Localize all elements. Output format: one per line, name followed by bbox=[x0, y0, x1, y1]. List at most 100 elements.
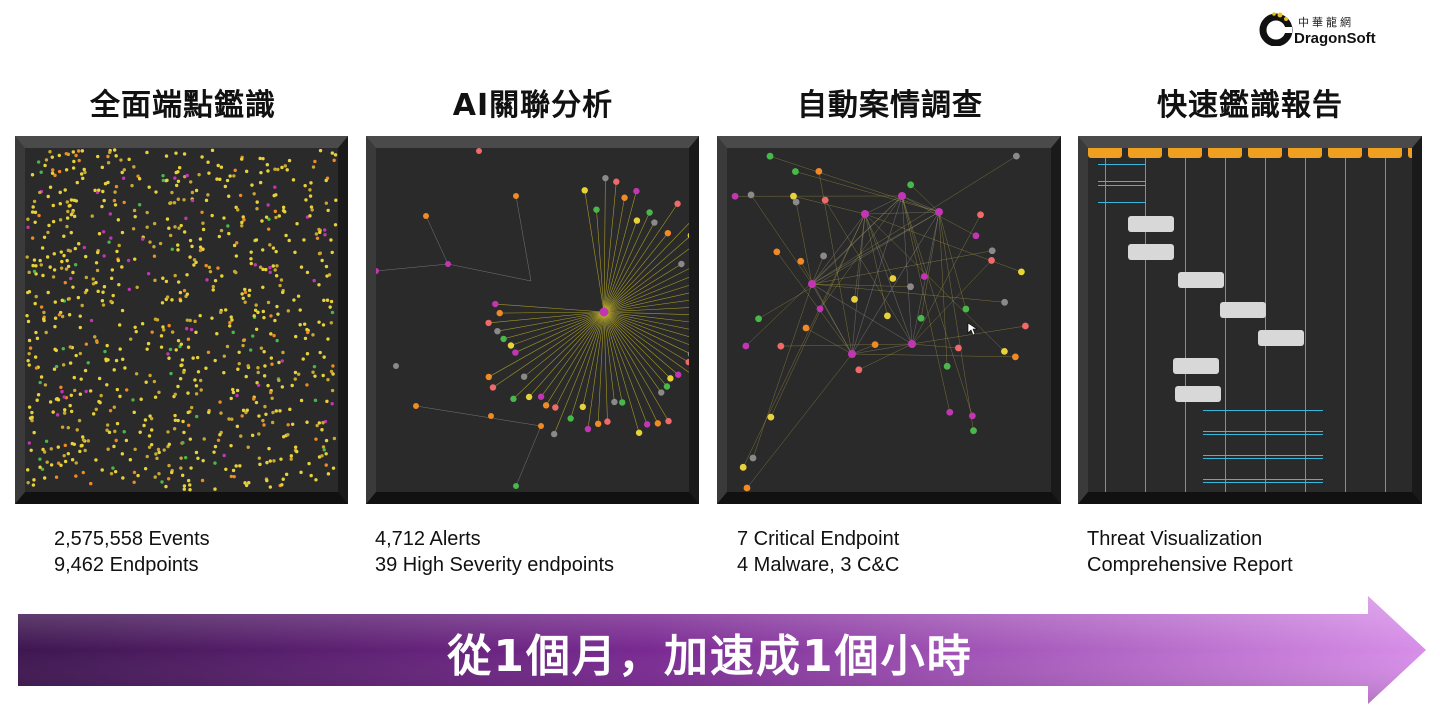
graph-edge bbox=[603, 263, 699, 313]
scatter-point bbox=[170, 247, 174, 252]
graph-edge bbox=[938, 211, 967, 310]
scatter-point bbox=[270, 362, 274, 366]
alert-node bbox=[413, 403, 419, 409]
scatter-point bbox=[324, 201, 329, 205]
scatter-point bbox=[269, 390, 273, 395]
scatter-point bbox=[53, 347, 57, 352]
scatter-point bbox=[133, 447, 137, 451]
scatter-point bbox=[273, 185, 277, 189]
scatter-point bbox=[127, 287, 132, 292]
scatter-point bbox=[193, 319, 197, 324]
scatter-point bbox=[116, 258, 121, 263]
endpoint-scatter-plot bbox=[25, 148, 338, 492]
scatter-point bbox=[147, 434, 152, 438]
scatter-point bbox=[128, 458, 133, 462]
scatter-point bbox=[243, 287, 247, 292]
investigation-node bbox=[968, 412, 976, 420]
scatter-point bbox=[331, 364, 335, 368]
scatter-point bbox=[314, 437, 318, 441]
scatter-point bbox=[250, 433, 255, 438]
scatter-point bbox=[176, 179, 181, 183]
scatter-point bbox=[27, 363, 31, 367]
timeline-lane-header bbox=[1128, 144, 1162, 158]
scatter-point bbox=[73, 246, 78, 251]
scatter-point bbox=[302, 238, 306, 242]
scatter-point bbox=[225, 178, 230, 183]
critical-node bbox=[808, 280, 816, 288]
alert-node bbox=[584, 425, 592, 433]
scatter-point bbox=[289, 454, 294, 458]
graph-edge bbox=[901, 195, 973, 416]
investigation-node bbox=[917, 314, 925, 322]
alert-node bbox=[675, 371, 682, 378]
scatter-point bbox=[106, 160, 111, 165]
scatter-point bbox=[216, 163, 220, 168]
scatter-point bbox=[34, 330, 38, 335]
scatter-point bbox=[67, 313, 72, 317]
graph-edge bbox=[750, 194, 813, 285]
scatter-point bbox=[38, 465, 42, 469]
scatter-point bbox=[194, 392, 199, 396]
scatter-point bbox=[235, 424, 240, 429]
scatter-point bbox=[132, 470, 137, 475]
scatter-point bbox=[240, 220, 244, 225]
scatter-point bbox=[288, 407, 292, 412]
scatter-point bbox=[213, 487, 217, 491]
alert-node bbox=[687, 350, 695, 358]
scatter-point bbox=[65, 216, 70, 220]
scatter-point bbox=[188, 238, 193, 243]
timeline-event bbox=[1175, 386, 1221, 402]
scatter-point bbox=[182, 198, 186, 202]
scatter-point bbox=[115, 421, 120, 426]
scatter-point bbox=[305, 420, 309, 424]
scatter-point bbox=[274, 249, 278, 254]
scatter-point bbox=[81, 435, 85, 439]
scatter-point bbox=[305, 352, 310, 356]
alert-node bbox=[496, 309, 503, 317]
scatter-point bbox=[48, 185, 53, 189]
investigation-node bbox=[815, 167, 823, 175]
scatter-point bbox=[190, 198, 195, 203]
scatter-point bbox=[239, 434, 243, 438]
scatter-point bbox=[218, 400, 222, 404]
scatter-point bbox=[132, 165, 136, 169]
scatter-point bbox=[80, 443, 84, 448]
investigation-node bbox=[955, 344, 962, 352]
scatter-point bbox=[234, 270, 238, 275]
scatter-point bbox=[71, 166, 76, 170]
scatter-point bbox=[273, 209, 278, 214]
scatter-point bbox=[94, 339, 99, 343]
graph-edge bbox=[776, 251, 853, 355]
investigation-node bbox=[731, 192, 739, 200]
graph-edge bbox=[603, 197, 625, 313]
graph-edge bbox=[901, 195, 925, 277]
scatter-point bbox=[109, 236, 113, 240]
scatter-point bbox=[76, 149, 81, 153]
scatter-point bbox=[74, 474, 78, 478]
timeline-event bbox=[1178, 272, 1224, 288]
scatter-point bbox=[152, 245, 156, 249]
scatter-point bbox=[202, 437, 206, 441]
scatter-point bbox=[299, 265, 304, 269]
scatter-point bbox=[39, 263, 43, 267]
scatter-point bbox=[38, 380, 42, 385]
scatter-point bbox=[243, 290, 248, 295]
alert-node bbox=[500, 335, 507, 343]
scatter-point bbox=[190, 244, 194, 249]
scatter-point bbox=[38, 457, 42, 461]
scatter-point bbox=[131, 227, 136, 231]
scatter-point bbox=[78, 449, 82, 454]
scatter-point bbox=[39, 170, 43, 174]
scatter-point bbox=[38, 190, 42, 195]
scatter-point bbox=[52, 367, 57, 371]
stats-ai-correlation: 4,712 Alerts 39 High Severity endpoints bbox=[375, 526, 614, 578]
stat-high-severity: 39 High Severity endpoints bbox=[375, 554, 615, 576]
scatter-point bbox=[60, 425, 65, 429]
scatter-point bbox=[240, 224, 244, 228]
scatter-point bbox=[311, 165, 316, 169]
scatter-point bbox=[188, 180, 193, 184]
investigation-node bbox=[962, 305, 970, 313]
scatter-point bbox=[284, 233, 288, 238]
scatter-point bbox=[79, 377, 83, 381]
scatter-point bbox=[47, 223, 51, 228]
